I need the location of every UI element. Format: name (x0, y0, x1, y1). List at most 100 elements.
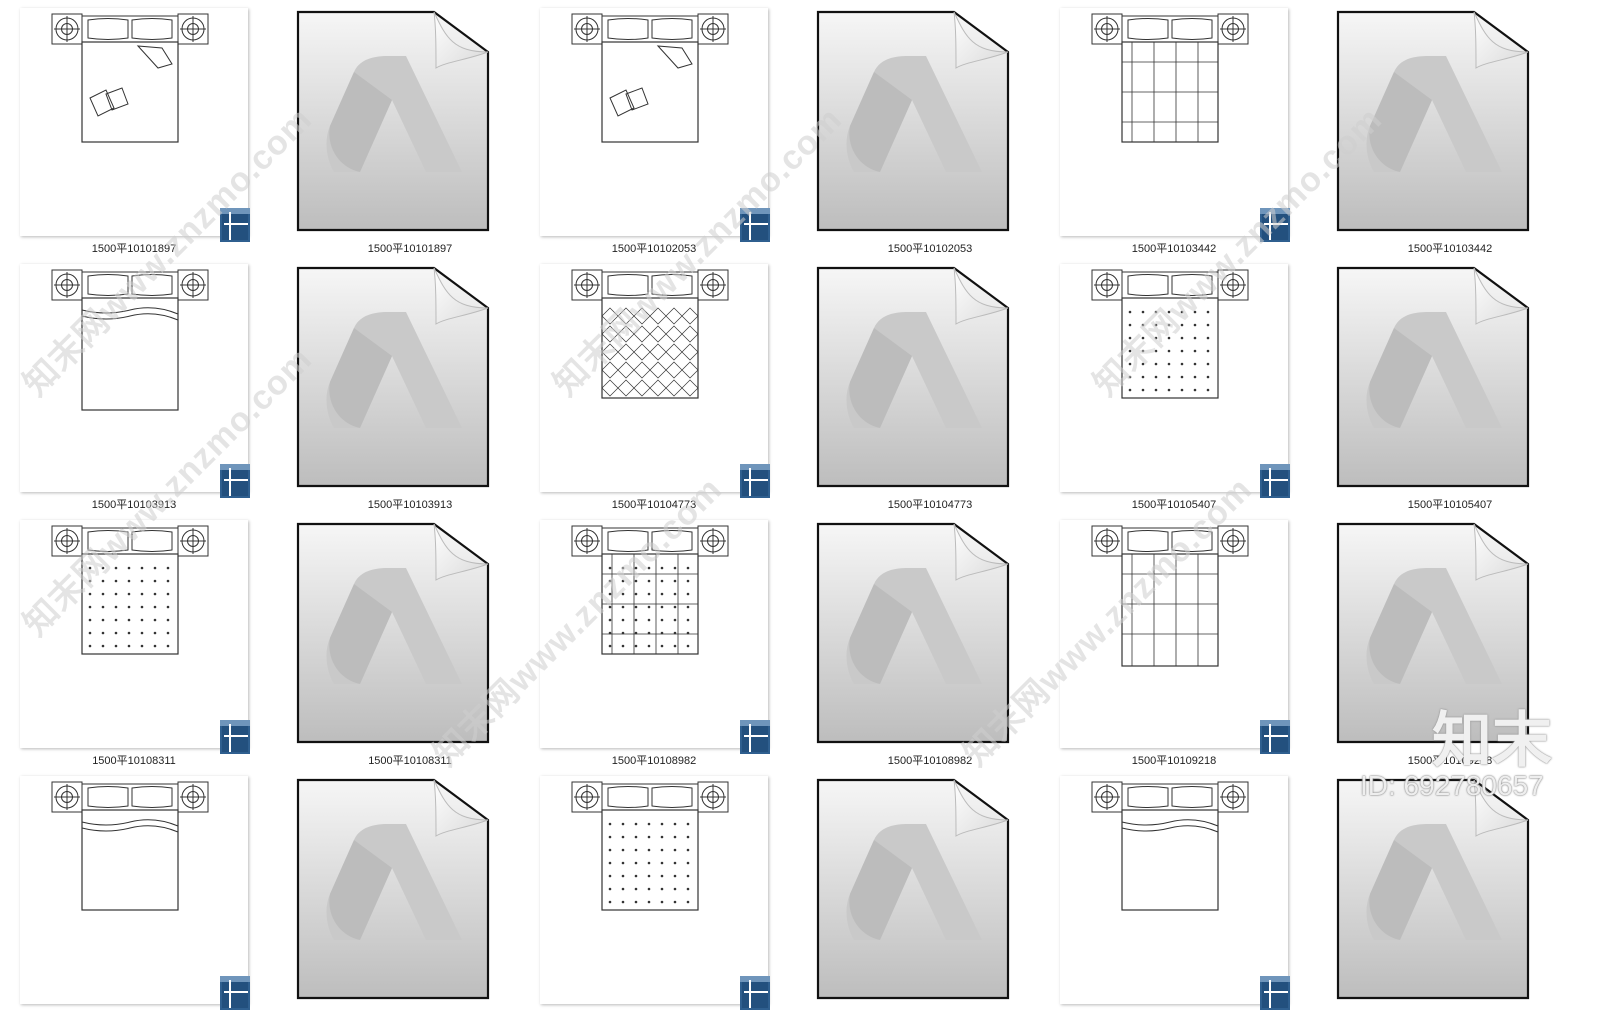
bed-plan-drawing (1091, 13, 1249, 143)
bed-plan-drawing (1091, 269, 1249, 399)
file-name-label: 1500平10104773 (611, 499, 697, 511)
file-name-label: 1500平10108982 (887, 755, 973, 767)
autodesk-document-icon (1336, 776, 1564, 1004)
autodesk-document-icon (296, 778, 490, 1000)
dwg-file-badge-icon (220, 208, 250, 242)
dwg-bed-plan-thumbnail (20, 520, 250, 754)
file-name-label: 1500平10103442 (1131, 243, 1217, 255)
file-tile[interactable] (540, 776, 770, 1026)
file-tile[interactable] (816, 776, 1044, 1026)
autodesk-document-icon (816, 520, 1044, 748)
dwg-bed-plan-thumbnail (540, 8, 770, 242)
file-tile[interactable]: 1500平10108311 (296, 520, 524, 770)
autodesk-document-icon (816, 522, 1010, 744)
file-tile[interactable]: 1500平10101897 (296, 8, 524, 258)
autodesk-document-icon (296, 266, 490, 488)
autodesk-document-icon (1336, 266, 1530, 488)
file-name-label: 1500平10108982 (611, 755, 697, 767)
bed-plan-drawing (51, 13, 209, 143)
file-tile[interactable]: 1500平10103913 (20, 264, 250, 514)
dwg-bed-plan-thumbnail (20, 776, 250, 1010)
file-name-label: 1500平10101897 (367, 243, 453, 255)
file-tile[interactable] (296, 776, 524, 1026)
autodesk-document-icon (296, 8, 524, 236)
file-tile[interactable]: 1500平10103442 (1060, 8, 1290, 258)
bed-plan-drawing (51, 781, 209, 911)
autodesk-document-icon (1336, 522, 1530, 744)
dwg-bed-plan-thumbnail (1060, 776, 1290, 1010)
bed-plan-drawing (571, 525, 729, 655)
autodesk-document-icon (1336, 778, 1530, 1000)
dwg-bed-plan-thumbnail (20, 264, 250, 498)
file-tile[interactable]: 1500平10101897 (20, 8, 250, 258)
file-name-label: 1500平10103913 (367, 499, 453, 511)
dwg-bed-plan-thumbnail (1060, 520, 1290, 754)
bed-plan-drawing (571, 13, 729, 143)
file-tile[interactable]: 1500平10103913 (296, 264, 524, 514)
autodesk-document-icon (816, 10, 1010, 232)
autodesk-document-icon (296, 520, 524, 748)
autodesk-document-icon (1336, 8, 1564, 236)
bed-plan-drawing (51, 269, 209, 411)
file-tile[interactable]: 1500平10108982 (540, 520, 770, 770)
dwg-bed-plan-thumbnail (1060, 8, 1290, 242)
file-tile[interactable]: 1500平10109218 (1336, 520, 1564, 770)
bed-plan-drawing (571, 781, 729, 911)
file-tile[interactable]: 1500平10104773 (816, 264, 1044, 514)
file-name-label: 1500平10102053 (887, 243, 973, 255)
file-tile[interactable] (1060, 776, 1290, 1026)
dwg-file-badge-icon (220, 464, 250, 498)
file-tile[interactable]: 1500平10104773 (540, 264, 770, 514)
file-name-label: 1500平10101897 (91, 243, 177, 255)
file-tile[interactable] (1336, 776, 1564, 1026)
dwg-file-badge-icon (1260, 464, 1290, 498)
dwg-file-badge-icon (740, 464, 770, 498)
dwg-bed-plan-thumbnail (1060, 264, 1290, 498)
bed-plan-drawing (571, 269, 729, 399)
autodesk-document-icon (816, 778, 1010, 1000)
autodesk-document-icon (296, 10, 490, 232)
dwg-file-badge-icon (1260, 976, 1290, 1010)
file-tile[interactable]: 1500平10109218 (1060, 520, 1290, 770)
autodesk-document-icon (816, 264, 1044, 492)
file-name-label: 1500平10109218 (1407, 755, 1493, 767)
autodesk-document-icon (1336, 264, 1564, 492)
file-name-label: 1500平10103913 (91, 499, 177, 511)
file-tile[interactable]: 1500平10105407 (1336, 264, 1564, 514)
file-name-label: 1500平10105407 (1131, 499, 1217, 511)
dwg-bed-plan-thumbnail (540, 520, 770, 754)
file-tile[interactable]: 1500平10108311 (20, 520, 250, 770)
file-tile[interactable]: 1500平10105407 (1060, 264, 1290, 514)
file-thumbnail-grid: 1500平10101897 1500平10101897 1500平1010205… (0, 0, 1600, 1010)
file-tile[interactable] (20, 776, 250, 1026)
dwg-file-badge-icon (1260, 720, 1290, 754)
file-name-label: 1500平10108311 (368, 755, 452, 767)
dwg-file-badge-icon (740, 208, 770, 242)
autodesk-document-icon (296, 522, 490, 744)
dwg-file-badge-icon (740, 976, 770, 1010)
autodesk-document-icon (816, 266, 1010, 488)
dwg-bed-plan-thumbnail (540, 264, 770, 498)
dwg-file-badge-icon (220, 976, 250, 1010)
dwg-file-badge-icon (740, 720, 770, 754)
bed-plan-drawing (51, 525, 209, 655)
bed-plan-drawing (1091, 781, 1249, 911)
file-tile[interactable]: 1500平10102053 (540, 8, 770, 258)
autodesk-document-icon (816, 8, 1044, 236)
file-name-label: 1500平10108311 (92, 755, 176, 767)
autodesk-document-icon (296, 776, 524, 1004)
file-tile[interactable]: 1500平10102053 (816, 8, 1044, 258)
autodesk-document-icon (816, 776, 1044, 1004)
autodesk-document-icon (296, 264, 524, 492)
autodesk-document-icon (1336, 10, 1530, 232)
dwg-bed-plan-thumbnail (540, 776, 770, 1010)
dwg-file-badge-icon (1260, 208, 1290, 242)
file-name-label: 1500平10105407 (1407, 499, 1493, 511)
file-tile[interactable]: 1500平10108982 (816, 520, 1044, 770)
file-name-label: 1500平10109218 (1131, 755, 1217, 767)
dwg-file-badge-icon (220, 720, 250, 754)
file-name-label: 1500平10103442 (1407, 243, 1493, 255)
autodesk-document-icon (1336, 520, 1564, 748)
file-name-label: 1500平10104773 (887, 499, 973, 511)
file-tile[interactable]: 1500平10103442 (1336, 8, 1564, 258)
